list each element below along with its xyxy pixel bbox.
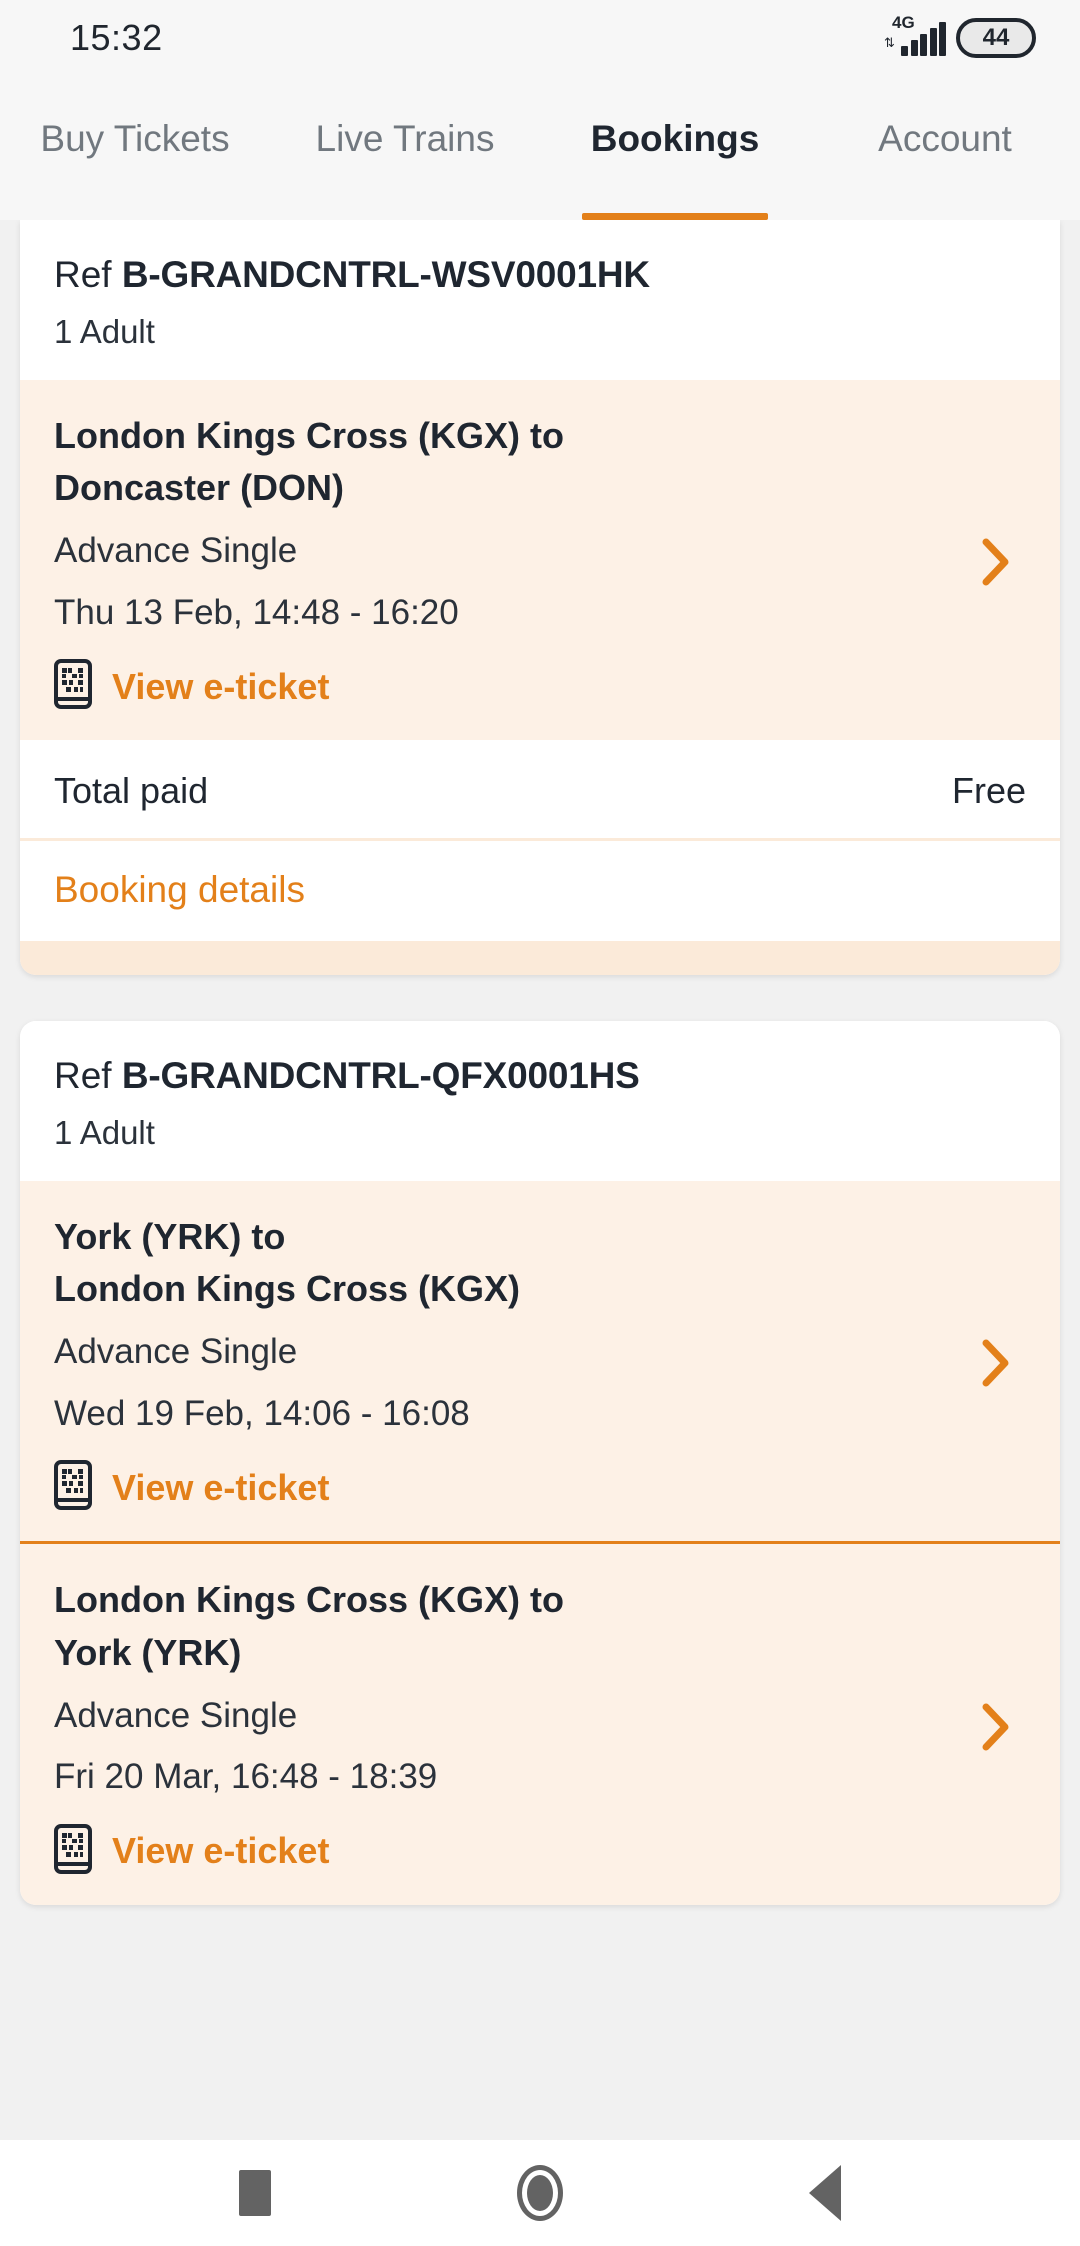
journey-origin-line: London Kings Cross (KGX) to <box>54 1579 564 1621</box>
tab-label: Account <box>878 117 1012 159</box>
booking-reference-code: B-GRANDCNTRL-WSV0001HK <box>121 254 650 295</box>
tab-label: Live Trains <box>315 117 495 159</box>
passenger-count: 1 Adult <box>54 313 155 351</box>
journey-origin-line: York (YRK) to <box>54 1216 286 1258</box>
card-footer-strip <box>20 941 1060 976</box>
booking-reference-label: Ref <box>54 1055 112 1097</box>
fare-type: Advance Single <box>54 531 298 571</box>
e-ticket-qr-icon <box>54 659 92 714</box>
total-paid-value: Free <box>951 770 1026 812</box>
journey-leg[interactable]: London Kings Cross (KGX) to Doncaster (D… <box>20 379 1060 741</box>
fare-type: Advance Single <box>54 1332 298 1372</box>
bookings-list[interactable]: Ref B-GRANDCNTRL-WSV0001HK 1 Adult Londo… <box>0 220 1080 2140</box>
signal-strength-bars <box>901 21 946 56</box>
home-circle-icon[interactable] <box>505 2158 575 2228</box>
booking-card[interactable]: Ref B-GRANDCNTRL-WSV0001HK 1 Adult Londo… <box>20 220 1060 976</box>
booking-reference-label: Ref <box>54 254 112 295</box>
app-screen: 15:32 4G ⇅ 44 Buy Tickets Live Trains Bo… <box>0 0 1080 2246</box>
tab-live-trains[interactable]: Live Trains <box>270 75 540 220</box>
card-spacer <box>0 975 1080 1021</box>
e-ticket-qr-icon <box>54 1460 92 1515</box>
booking-reference-code: B-GRANDCNTRL-QFX0001HS <box>121 1055 640 1097</box>
tab-bookings[interactable]: Bookings <box>540 75 810 220</box>
status-bar-indicators: 4G ⇅ 44 <box>884 14 1036 60</box>
tab-label: Buy Tickets <box>40 117 230 159</box>
chevron-right-icon[interactable] <box>966 538 1026 586</box>
recents-square-icon[interactable] <box>220 2158 290 2228</box>
booking-card[interactable]: Ref B-GRANDCNTRL-QFX0001HS 1 Adult York … <box>20 1021 1060 1905</box>
view-eticket-label: View e-ticket <box>112 1466 330 1508</box>
journey-datetime: Thu 13 Feb, 14:48 - 16:20 <box>54 592 459 632</box>
journey-destination-line: London Kings Cross (KGX) <box>54 1268 520 1310</box>
journey-datetime: Wed 19 Feb, 14:06 - 16:08 <box>54 1393 470 1433</box>
view-eticket-label: View e-ticket <box>112 665 330 707</box>
booking-card-header: Ref B-GRANDCNTRL-WSV0001HK 1 Adult <box>20 220 1060 380</box>
tab-buy-tickets[interactable]: Buy Tickets <box>0 75 270 220</box>
journey-leg-body: York (YRK) to London Kings Cross (KGX) A… <box>54 1211 966 1515</box>
android-navigation-bar <box>0 2140 1080 2246</box>
chevron-right-icon[interactable] <box>966 1703 1026 1751</box>
data-transfer-icon: ⇅ <box>884 34 895 50</box>
booking-card-header: Ref B-GRANDCNTRL-QFX0001HS 1 Adult <box>20 1021 1060 1182</box>
view-eticket-button[interactable]: View e-ticket <box>54 659 966 714</box>
total-paid-row: Total paid Free <box>20 740 1060 842</box>
view-eticket-label: View e-ticket <box>112 1830 330 1872</box>
booking-details-row[interactable]: Booking details <box>20 841 1060 942</box>
view-eticket-button[interactable]: View e-ticket <box>54 1460 966 1515</box>
tab-label: Bookings <box>590 117 760 159</box>
tab-account[interactable]: Account <box>810 75 1080 220</box>
top-tab-bar: Buy Tickets Live Trains Bookings Account <box>0 75 1080 220</box>
battery-level-label: 44 <box>982 23 1010 51</box>
view-eticket-button[interactable]: View e-ticket <box>54 1823 966 1879</box>
signal-bars-icon: 4G ⇅ <box>884 14 946 60</box>
journey-leg-body: London Kings Cross (KGX) to Doncaster (D… <box>54 410 966 714</box>
chevron-right-icon[interactable] <box>966 1339 1026 1387</box>
tab-active-underline <box>582 213 768 220</box>
booking-details-link[interactable]: Booking details <box>54 869 305 910</box>
booking-reference: Ref B-GRANDCNTRL-WSV0001HK <box>54 252 1026 298</box>
journey-leg[interactable]: York (YRK) to London Kings Cross (KGX) A… <box>20 1181 1060 1542</box>
journey-leg[interactable]: London Kings Cross (KGX) to York (YRK) A… <box>20 1541 1060 1905</box>
journey-datetime: Fri 20 Mar, 16:48 - 18:39 <box>54 1757 438 1797</box>
status-bar-clock: 15:32 <box>70 16 163 58</box>
e-ticket-qr-icon <box>54 1823 92 1879</box>
journey-leg-body: London Kings Cross (KGX) to York (YRK) A… <box>54 1574 966 1878</box>
journey-origin-line: London Kings Cross (KGX) to <box>54 414 564 456</box>
journey-destination-line: Doncaster (DON) <box>54 467 345 509</box>
status-bar: 15:32 4G ⇅ 44 <box>0 0 1080 75</box>
fare-type: Advance Single <box>54 1695 298 1735</box>
journey-destination-line: York (YRK) <box>54 1631 242 1673</box>
total-paid-label: Total paid <box>54 770 209 812</box>
back-triangle-icon[interactable] <box>790 2158 860 2228</box>
battery-icon: 44 <box>956 17 1036 58</box>
booking-reference: Ref B-GRANDCNTRL-QFX0001HS <box>54 1053 1026 1099</box>
passenger-count: 1 Adult <box>54 1114 155 1152</box>
